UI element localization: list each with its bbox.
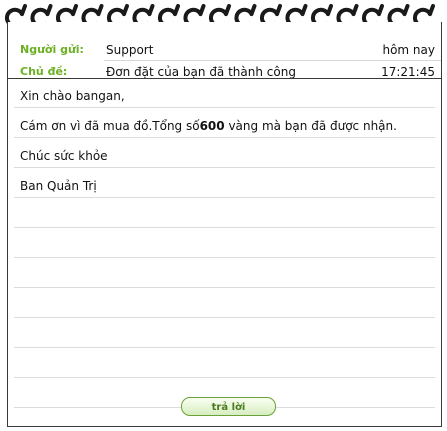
spiral-coil-tip: [428, 4, 435, 16]
spiral-coil-tip: [147, 4, 155, 16]
spiral-coil-tip: [173, 4, 180, 16]
spiral-coil-tip: [300, 4, 308, 16]
ruled-line: [14, 137, 435, 138]
spiral-coil-tip: [96, 4, 104, 16]
spiral-coil-tip: [198, 4, 206, 16]
spiral-coil-tip: [351, 4, 359, 16]
spiral-coil-tip: [377, 4, 384, 16]
spiral-coil-tip: [122, 4, 129, 16]
spiral-coil-tip: [224, 4, 231, 16]
header-divider: [104, 60, 441, 61]
ruled-line: [14, 107, 435, 108]
ruled-line: [14, 377, 435, 378]
sender-row: Người gửi: Support hôm nay: [8, 40, 441, 60]
spiral-coil-tip: [45, 4, 53, 16]
date-text: hôm nay: [382, 43, 435, 57]
wish-text: Chúc sức khỏe: [20, 149, 108, 163]
message-text: Cám ơn vì đã mua đồ.Tổng số600 vàng mà b…: [20, 117, 397, 135]
message-suffix: vàng mà bạn đã được nhận.: [224, 119, 397, 133]
spiral-coil-tip: [71, 4, 78, 16]
message-body: Xin chào bangan, Cám ơn vì đã mua đồ.Tổn…: [8, 79, 441, 426]
sender-label: Người gửi:: [20, 43, 84, 56]
ruled-line: [14, 167, 435, 168]
reply-button[interactable]: trả lời: [181, 397, 276, 416]
spiral-coil-tip: [275, 4, 282, 16]
message-notepad: Người gửi: Support hôm nay Chủ đề: Đơn đ…: [0, 0, 447, 431]
gold-amount: 600: [199, 119, 225, 133]
ruled-line: [14, 317, 435, 318]
ruled-line: [14, 197, 435, 198]
ruled-line: [14, 257, 435, 258]
ruled-line: [14, 347, 435, 348]
message-prefix: Cám ơn vì đã mua đồ.Tổng số: [20, 119, 200, 133]
sender-value: Support: [106, 43, 154, 57]
message-header: Người gửi: Support hôm nay Chủ đề: Đơn đ…: [8, 22, 441, 79]
spiral-coil-tip: [249, 4, 257, 16]
message-paper: Người gửi: Support hôm nay Chủ đề: Đơn đ…: [7, 22, 442, 427]
signature-text: Ban Quản Trị: [20, 179, 97, 193]
spiral-coil-tip: [20, 4, 27, 16]
ruled-line: [14, 287, 435, 288]
spiral-coil-tip: [402, 4, 410, 16]
ruled-line: [14, 227, 435, 228]
greeting-text: Xin chào bangan,: [20, 89, 125, 103]
spiral-coil-tip: [326, 4, 333, 16]
